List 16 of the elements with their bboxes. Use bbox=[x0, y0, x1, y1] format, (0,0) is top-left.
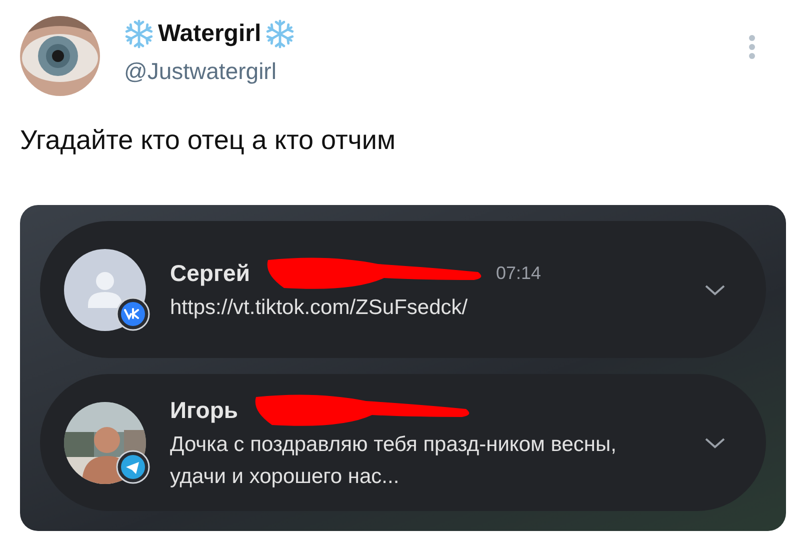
author-name: Watergirl bbox=[158, 19, 262, 49]
chevron-down-icon[interactable] bbox=[704, 284, 726, 296]
notification-card[interactable]: Сергей 07:14 https://vt.tiktok.com/ZSuFsedck/ bbox=[40, 221, 766, 358]
badge-icon bbox=[116, 296, 150, 330]
author-handle: @Justwatergirl bbox=[124, 57, 278, 86]
snowflake-icon bbox=[265, 19, 296, 49]
notification-message: Дочка с поздравляю тебя празд-ником весны, удачи и хорошего нас... bbox=[170, 432, 618, 490]
notification-message: https://vt.tiktok.com/ZSuFsedck/ bbox=[170, 294, 469, 320]
tweet-text: Угадайте кто отец а кто отчим bbox=[19, 124, 397, 157]
sender-name: Игорь bbox=[170, 396, 238, 426]
notification-time: 07:14 bbox=[496, 262, 542, 285]
snowflake-icon bbox=[124, 19, 154, 49]
chevron-down-icon[interactable] bbox=[704, 436, 726, 448]
sender-name: Сергей bbox=[170, 259, 250, 288]
notification-card[interactable]: Игорь Дочка с поздравляю тебя празд-ником весны, удачи и хорошего нас... bbox=[40, 374, 766, 511]
badge-icon bbox=[116, 450, 150, 484]
